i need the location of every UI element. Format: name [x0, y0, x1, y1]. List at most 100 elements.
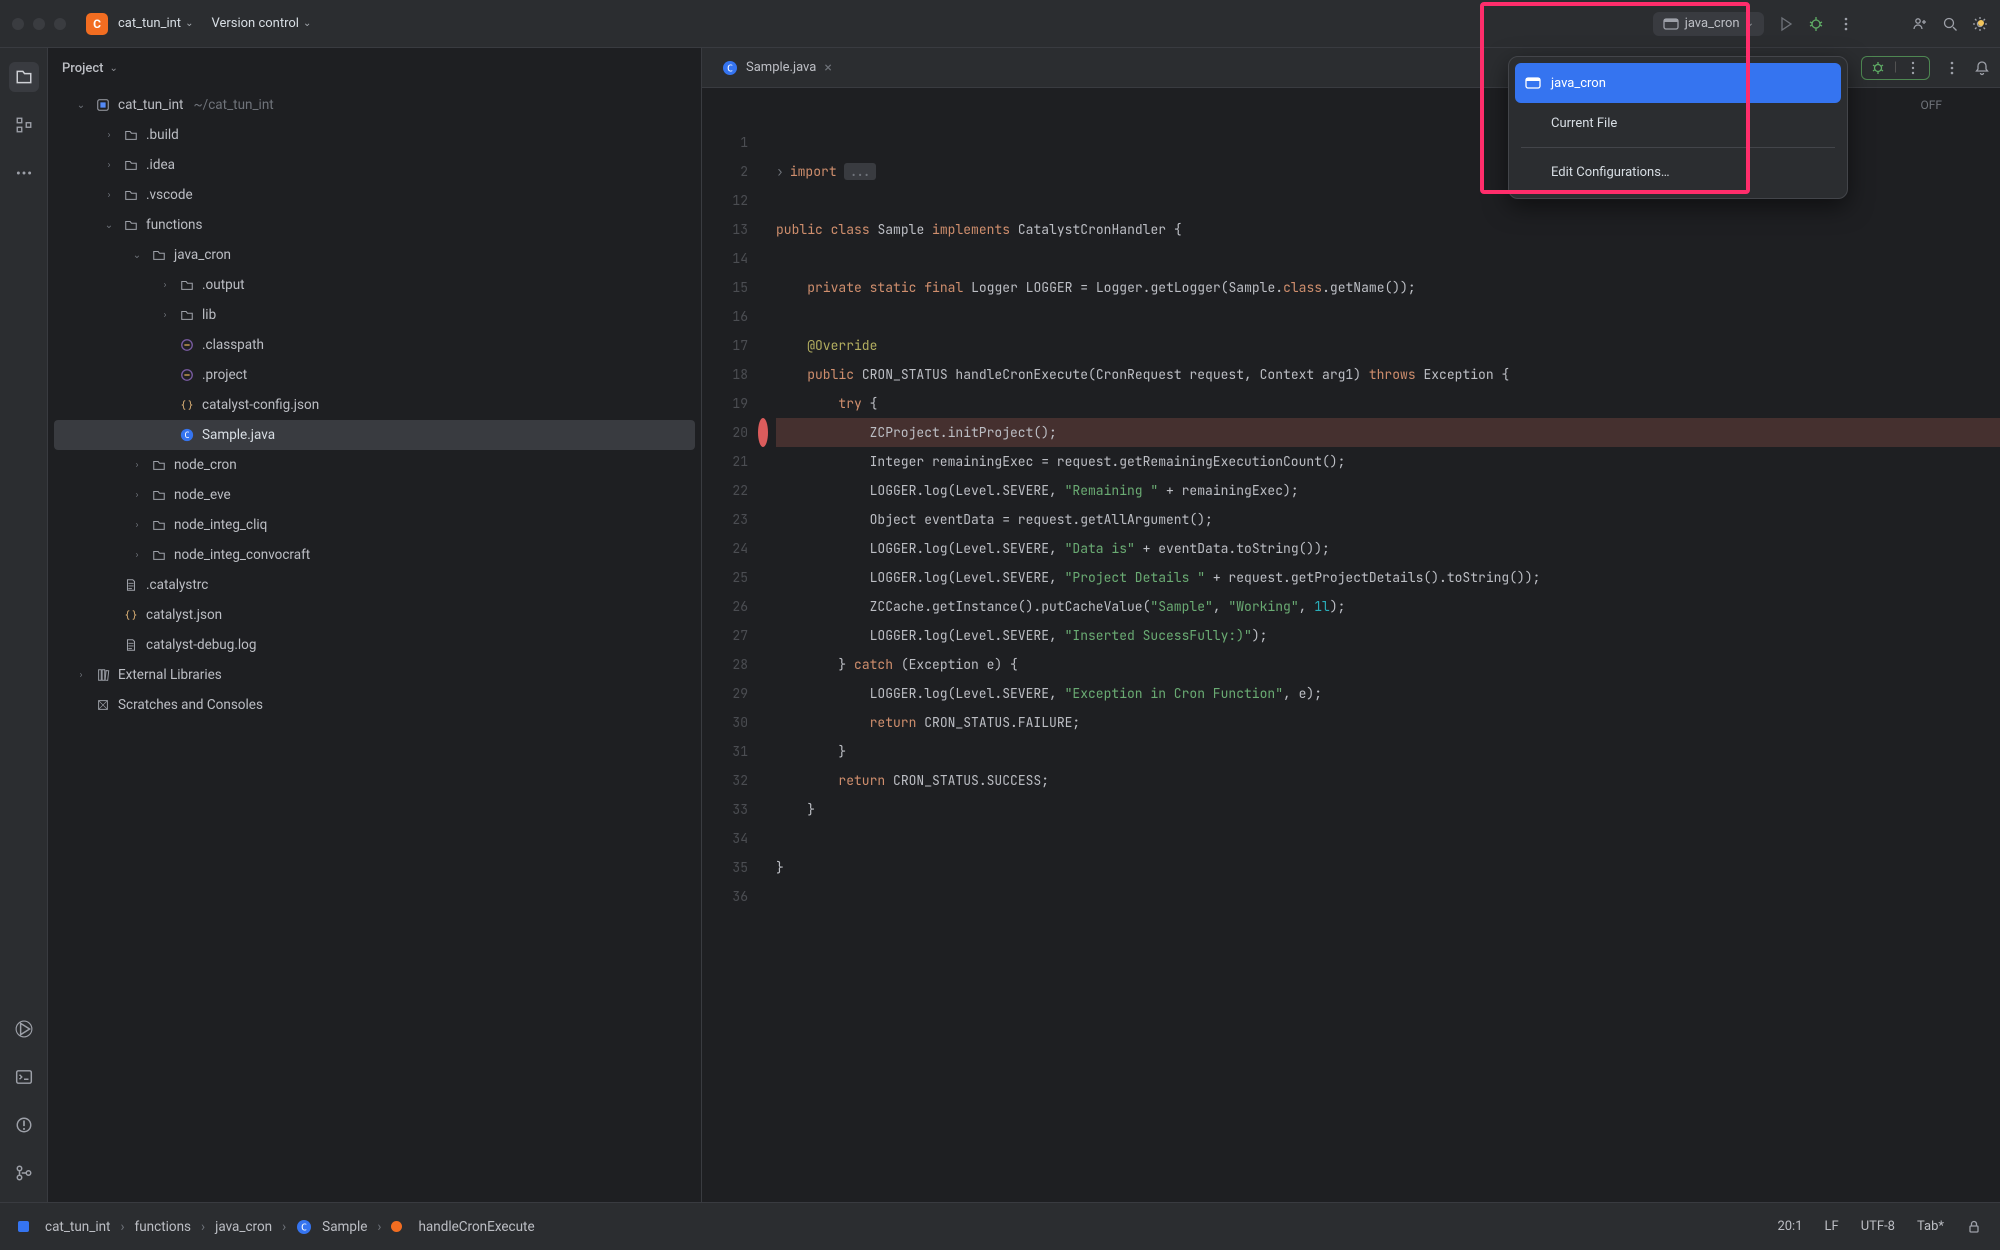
- run-config-item-current-file[interactable]: Current File: [1515, 103, 1841, 143]
- tree-row[interactable]: ›node_integ_cliq: [54, 510, 695, 540]
- indent-settings[interactable]: Tab*: [1917, 1219, 1944, 1234]
- services-tool-button[interactable]: [9, 1014, 39, 1044]
- chevron-right-icon: ›: [282, 1219, 286, 1235]
- breakpoint-gutter[interactable]: [756, 120, 770, 1202]
- more-icon[interactable]: [1838, 16, 1854, 32]
- tree-twisty[interactable]: ›: [74, 670, 88, 681]
- vcs-label: Version control: [211, 16, 299, 31]
- more-tool-button[interactable]: [9, 158, 39, 188]
- tree-row[interactable]: Scratches and Consoles: [54, 690, 695, 720]
- tree-label: cat_tun_int: [118, 97, 183, 113]
- tree-row[interactable]: ⌄functions: [54, 210, 695, 240]
- statusbar: cat_tun_int › functions › java_cron › C …: [0, 1202, 2000, 1250]
- settings-icon[interactable]: [1972, 16, 1988, 32]
- vcs-dropdown[interactable]: Version control ⌄: [211, 16, 311, 31]
- tree-row[interactable]: ›node_eve: [54, 480, 695, 510]
- tree-row[interactable]: ⌄cat_tun_int~/cat_tun_int: [54, 90, 695, 120]
- tree-row[interactable]: catalyst-config.json: [54, 390, 695, 420]
- project-tool-button[interactable]: [9, 62, 39, 92]
- structure-tool-button[interactable]: [9, 110, 39, 140]
- chevron-down-icon: ⌄: [185, 18, 193, 29]
- crumb[interactable]: handleCronExecute: [418, 1219, 534, 1235]
- tree-row[interactable]: › .idea: [54, 150, 695, 180]
- file-encoding[interactable]: UTF-8: [1861, 1219, 1895, 1234]
- folder-icon: [150, 458, 168, 472]
- tree-label: node_cron: [174, 457, 237, 473]
- more-icon[interactable]: [1905, 60, 1921, 76]
- tree-row[interactable]: › .vscode: [54, 180, 695, 210]
- tree-row[interactable]: ›node_integ_convocraft: [54, 540, 695, 570]
- cursor-position[interactable]: 20:1: [1777, 1219, 1802, 1234]
- breakpoint-icon[interactable]: [758, 418, 768, 447]
- tree-row[interactable]: ›.output: [54, 270, 695, 300]
- tree-label: .vscode: [146, 187, 193, 203]
- crumb[interactable]: cat_tun_int: [45, 1219, 110, 1235]
- notifications-icon[interactable]: [1974, 60, 1990, 76]
- project-name: cat_tun_int: [118, 16, 181, 31]
- tree-row[interactable]: ›.build: [54, 120, 695, 150]
- problems-tool-button[interactable]: [9, 1110, 39, 1140]
- zoom-window[interactable]: [54, 18, 66, 30]
- more-icon[interactable]: [1944, 60, 1960, 76]
- close-window[interactable]: [12, 18, 24, 30]
- project-panel: Project ⌄ ⌄cat_tun_int~/cat_tun_int›.bui…: [48, 48, 702, 1202]
- close-icon[interactable]: ×: [824, 60, 831, 76]
- tree-row[interactable]: › node_cron: [54, 450, 695, 480]
- tree-label: .idea: [146, 157, 175, 173]
- module-icon: [94, 98, 112, 112]
- search-icon[interactable]: [1942, 16, 1958, 32]
- tree-twisty[interactable]: ⌄: [130, 250, 144, 261]
- project-panel-header[interactable]: Project ⌄: [48, 48, 701, 88]
- tree-row[interactable]: catalyst-debug.log: [54, 630, 695, 660]
- line-separator[interactable]: LF: [1825, 1219, 1839, 1234]
- edit-configurations[interactable]: Edit Configurations…: [1515, 152, 1841, 192]
- crumb[interactable]: Sample: [322, 1219, 367, 1235]
- folder-icon: [150, 548, 168, 562]
- crumb[interactable]: functions: [135, 1219, 191, 1235]
- tree-twisty[interactable]: ›: [158, 280, 172, 291]
- chevron-right-icon: ›: [377, 1219, 381, 1235]
- run-config-item-java-cron[interactable]: java_cron: [1515, 63, 1841, 103]
- tree-row[interactable]: ›External Libraries: [54, 660, 695, 690]
- inspection-level-label[interactable]: OFF: [1920, 98, 1942, 120]
- tree-row[interactable]: ⌄java_cron: [54, 240, 695, 270]
- tree-twisty[interactable]: ›: [130, 520, 144, 531]
- tree-twisty[interactable]: ›: [102, 160, 116, 171]
- readonly-lock-icon[interactable]: [1966, 1219, 1982, 1235]
- tree-twisty[interactable]: ›: [130, 490, 144, 501]
- inline-run-widget[interactable]: |: [1861, 56, 1930, 80]
- tree-twisty[interactable]: ›: [130, 550, 144, 561]
- code-with-me-icon[interactable]: [1912, 16, 1928, 32]
- tab-sample-java[interactable]: C Sample.java ×: [712, 54, 842, 82]
- json-icon: [178, 398, 196, 412]
- run-icon[interactable]: [1778, 16, 1794, 32]
- minimize-window[interactable]: [33, 18, 45, 30]
- project-dropdown[interactable]: cat_tun_int ⌄: [118, 16, 193, 31]
- debug-icon: [1870, 60, 1886, 76]
- chevron-right-icon: ›: [120, 1219, 124, 1235]
- tree-twisty[interactable]: ›: [158, 310, 172, 321]
- breadcrumb[interactable]: cat_tun_int › functions › java_cron › C …: [18, 1219, 535, 1235]
- code-editor[interactable]: 1212131415161718192021222324252627282930…: [702, 120, 2000, 1202]
- tree-row[interactable]: ›lib: [54, 300, 695, 330]
- tree-row[interactable]: .classpath: [54, 330, 695, 360]
- tree-twisty[interactable]: ⌄: [74, 100, 88, 111]
- terminal-tool-button[interactable]: [9, 1062, 39, 1092]
- debug-icon[interactable]: [1808, 16, 1824, 32]
- tree-twisty[interactable]: ⌄: [102, 220, 116, 231]
- project-tree[interactable]: ⌄cat_tun_int~/cat_tun_int›.build›.idea›.…: [48, 88, 701, 720]
- tree-row[interactable]: catalyst.json: [54, 600, 695, 630]
- tree-twisty[interactable]: ›: [102, 190, 116, 201]
- folder-icon: [122, 218, 140, 232]
- tree-row[interactable]: CSample.java: [54, 420, 695, 450]
- tree-row[interactable]: .project: [54, 360, 695, 390]
- run-config-selector[interactable]: java_cron ⌄: [1653, 12, 1764, 36]
- code-content[interactable]: import ... public class Sample implement…: [770, 120, 2000, 1202]
- tab-title: Sample.java: [746, 60, 816, 75]
- git-tool-button[interactable]: [9, 1158, 39, 1188]
- tree-row[interactable]: .catalystrc: [54, 570, 695, 600]
- tree-twisty[interactable]: ›: [102, 130, 116, 141]
- tree-twisty[interactable]: ›: [130, 460, 144, 471]
- lib-icon: [94, 668, 112, 682]
- crumb[interactable]: java_cron: [215, 1219, 272, 1235]
